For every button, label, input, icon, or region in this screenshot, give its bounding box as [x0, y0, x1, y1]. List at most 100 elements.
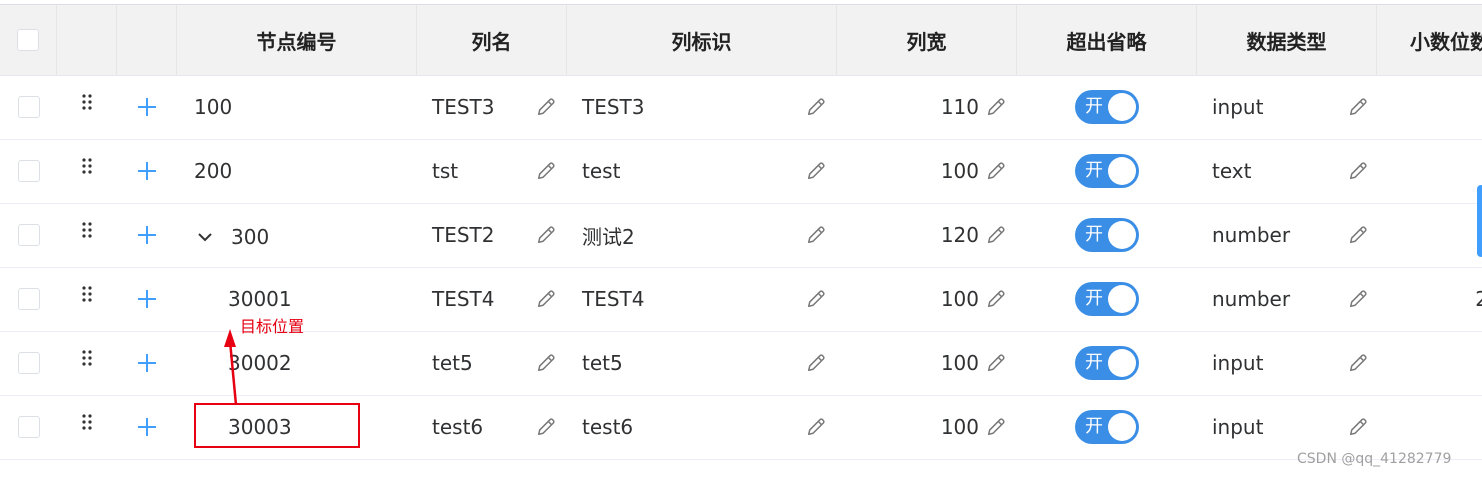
plus-icon[interactable]: [137, 289, 157, 309]
header-col-name[interactable]: 列名: [417, 5, 567, 75]
ellipsis-toggle[interactable]: 开: [1075, 154, 1139, 188]
col-name: test6: [432, 415, 484, 439]
header-ellipsis[interactable]: 超出省略: [1017, 5, 1197, 75]
node-no: 200: [194, 159, 233, 183]
drag-handle-icon[interactable]: [80, 349, 94, 371]
col-width: 100: [940, 287, 979, 311]
col-width: 100: [940, 159, 979, 183]
toggle-knob: [1108, 285, 1136, 313]
pencil-icon[interactable]: [1347, 224, 1369, 246]
plus-icon[interactable]: [137, 225, 157, 245]
pencil-icon[interactable]: [535, 160, 557, 182]
pencil-icon[interactable]: [805, 352, 827, 374]
data-type-cell: number: [1197, 203, 1377, 267]
plus-icon[interactable]: [137, 417, 157, 437]
pencil-icon[interactable]: [805, 160, 827, 182]
pencil-icon[interactable]: [1347, 96, 1369, 118]
row-add-cell: [117, 331, 177, 395]
pencil-icon[interactable]: [805, 96, 827, 118]
row-checkbox[interactable]: [17, 96, 40, 118]
pencil-icon[interactable]: [985, 224, 1007, 246]
col-width: 120: [940, 223, 979, 247]
ellipsis-toggle[interactable]: 开: [1075, 410, 1139, 444]
chevron-down-icon[interactable]: [197, 229, 213, 245]
toggle-label: 开: [1085, 224, 1103, 245]
pencil-icon[interactable]: [535, 288, 557, 310]
pencil-icon[interactable]: [805, 224, 827, 246]
toggle-knob: [1108, 221, 1136, 249]
header-node-no[interactable]: 节点编号: [177, 5, 417, 75]
node-no: 30001: [228, 287, 292, 311]
ellipsis-toggle[interactable]: 开: [1075, 218, 1139, 252]
col-width-cell: 110: [837, 75, 1017, 139]
row-checkbox[interactable]: [17, 288, 40, 310]
pencil-icon[interactable]: [535, 224, 557, 246]
row-drag-cell: [57, 331, 117, 395]
pencil-icon[interactable]: [1347, 416, 1369, 438]
node-no: 100: [194, 95, 233, 119]
row-checkbox[interactable]: [17, 224, 40, 246]
drag-handle-icon[interactable]: [80, 285, 94, 307]
ellipsis-toggle[interactable]: 开: [1075, 282, 1139, 316]
row-select-cell: [0, 139, 57, 203]
row-drag-cell: [57, 267, 117, 331]
row-checkbox[interactable]: [17, 352, 40, 374]
plus-icon[interactable]: [137, 97, 157, 117]
row-add-cell: [117, 75, 177, 139]
row-checkbox[interactable]: [17, 160, 40, 182]
col-name: TEST4: [432, 287, 495, 311]
pencil-icon[interactable]: [985, 352, 1007, 374]
pencil-icon[interactable]: [535, 352, 557, 374]
col-width: 100: [940, 351, 979, 375]
header-decimals[interactable]: 小数位数: [1377, 5, 1482, 75]
ellipsis-cell: 开: [1017, 139, 1197, 203]
decimals-cell: [1377, 331, 1482, 395]
table-row[interactable]: 200 tst test 100 开 text: [0, 139, 1482, 204]
pencil-icon[interactable]: [805, 288, 827, 310]
header-data-type[interactable]: 数据类型: [1197, 5, 1377, 75]
pencil-icon[interactable]: [805, 416, 827, 438]
row-drag-cell: [57, 75, 117, 139]
drag-handle-icon[interactable]: [80, 413, 94, 435]
ellipsis-toggle[interactable]: 开: [1075, 346, 1139, 380]
pencil-icon[interactable]: [1347, 160, 1369, 182]
drag-handle-icon[interactable]: [80, 221, 94, 243]
plus-icon[interactable]: [137, 161, 157, 181]
col-name: TEST2: [432, 223, 495, 247]
plus-icon[interactable]: [137, 353, 157, 373]
pencil-icon[interactable]: [985, 96, 1007, 118]
node-no-cell: 30002: [177, 331, 417, 395]
toggle-label: 开: [1085, 416, 1103, 437]
node-no: 300: [231, 225, 270, 249]
pencil-icon[interactable]: [985, 160, 1007, 182]
data-type-cell: text: [1197, 139, 1377, 203]
drag-handle-icon[interactable]: [80, 157, 94, 179]
drag-handle-icon[interactable]: [80, 93, 94, 115]
pencil-icon[interactable]: [1347, 352, 1369, 374]
col-name: tst: [432, 159, 459, 183]
pencil-icon[interactable]: [1347, 288, 1369, 310]
scroll-handle[interactable]: [1477, 185, 1482, 257]
table-row[interactable]: 300 TEST2 测试2 120 开 number: [0, 203, 1482, 268]
table-row[interactable]: 100 TEST3 TEST3 110 开 input: [0, 75, 1482, 140]
col-id: test: [582, 159, 621, 183]
header-col-width[interactable]: 列宽: [837, 5, 1017, 75]
pencil-icon[interactable]: [535, 96, 557, 118]
data-type: input: [1212, 95, 1264, 119]
data-type-cell: input: [1197, 395, 1377, 459]
col-width-cell: 120: [837, 203, 1017, 267]
col-name: tet5: [432, 351, 473, 375]
data-type: input: [1212, 351, 1264, 375]
pencil-icon[interactable]: [985, 288, 1007, 310]
row-checkbox[interactable]: [17, 416, 40, 438]
row-select-cell: [0, 395, 57, 459]
pencil-icon[interactable]: [985, 416, 1007, 438]
data-type: input: [1212, 415, 1264, 439]
ellipsis-toggle[interactable]: 开: [1075, 90, 1139, 124]
header-col-id[interactable]: 列标识: [567, 5, 837, 75]
table-row[interactable]: 30001 TEST4 TEST4 100 开 number 2: [0, 267, 1482, 332]
select-all-checkbox[interactable]: [17, 29, 39, 51]
decimals-cell: 2: [1377, 267, 1482, 331]
pencil-icon[interactable]: [535, 416, 557, 438]
node-no-cell: 300: [177, 203, 417, 267]
